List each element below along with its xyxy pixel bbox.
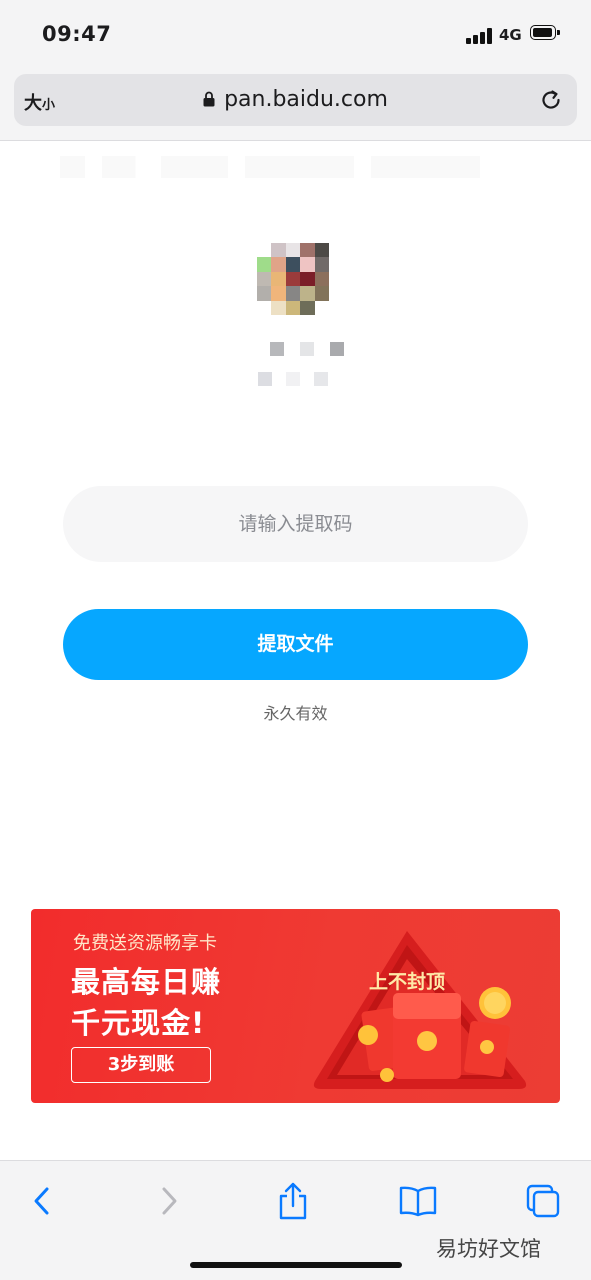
forward-icon[interactable] bbox=[147, 1179, 191, 1223]
validity-text: 永久有效 bbox=[263, 704, 328, 723]
lock-icon bbox=[203, 88, 215, 107]
battery-icon bbox=[530, 25, 560, 42]
promo-headline-2: 千元现金! bbox=[71, 1006, 206, 1040]
share-icon[interactable] bbox=[271, 1179, 315, 1223]
back-icon[interactable] bbox=[20, 1179, 64, 1223]
extract-file-button[interactable]: 提取文件 bbox=[63, 609, 528, 680]
url-text: pan.baidu.com bbox=[224, 87, 388, 112]
reload-icon[interactable] bbox=[538, 87, 564, 113]
watermark: 易坊好文馆 bbox=[436, 1237, 541, 1261]
masked-username bbox=[270, 342, 345, 356]
promo-subtitle: 免费送资源畅享卡 bbox=[73, 933, 217, 954]
promo-headline-1: 最高每日赚 bbox=[71, 965, 222, 999]
address-bar[interactable]: 大小 pan.baidu.com bbox=[14, 74, 577, 126]
home-indicator bbox=[190, 1262, 402, 1268]
blurred-header bbox=[60, 156, 480, 178]
network-type: 4G bbox=[499, 26, 522, 44]
extraction-code-input[interactable] bbox=[63, 486, 528, 562]
masked-file-info bbox=[258, 372, 330, 386]
bookmarks-icon[interactable] bbox=[396, 1179, 440, 1223]
status-bar: 09:47 4G bbox=[0, 0, 591, 70]
promo-banner[interactable]: 免费送资源畅享卡 最高每日赚 千元现金! 3步到账 上不封顶 bbox=[31, 909, 560, 1103]
url-display[interactable]: pan.baidu.com bbox=[14, 87, 577, 112]
tabs-icon[interactable] bbox=[521, 1179, 565, 1223]
status-time: 09:47 bbox=[42, 22, 112, 46]
red-envelope-illustration bbox=[313, 931, 527, 1089]
avatar bbox=[257, 243, 329, 315]
screen: 09:47 4G 大小 pan.baidu.com 请输入提取码 提取文件 永久… bbox=[0, 0, 591, 1280]
browser-top-bar: 大小 pan.baidu.com bbox=[0, 70, 591, 141]
cellular-signal-icon bbox=[466, 28, 493, 44]
promo-cta-button[interactable]: 3步到账 bbox=[71, 1047, 211, 1083]
promo-tag: 上不封顶 bbox=[369, 971, 446, 993]
